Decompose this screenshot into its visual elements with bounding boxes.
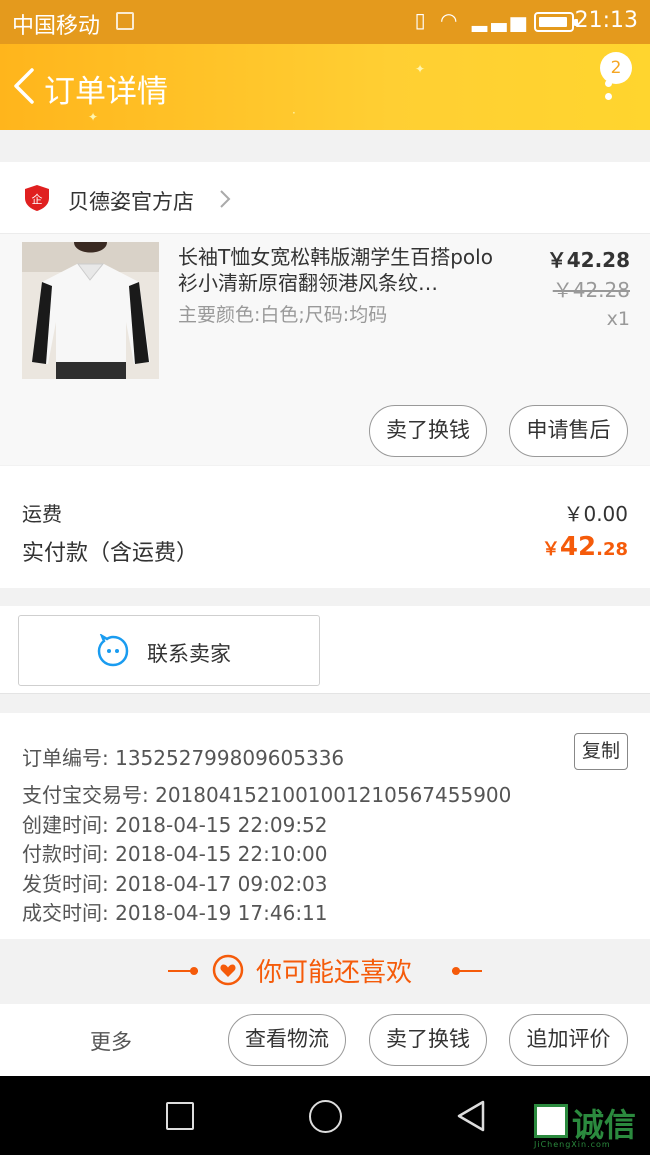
alipay-trade-number: 支付宝交易号: 2018041521001001210567455900: [22, 783, 512, 807]
sparkle-decoration: ✦: [415, 62, 426, 76]
top-header: ✦ ✦ · 订单详情 2: [0, 44, 650, 130]
paid-label: 实付款（含运费）: [22, 541, 199, 566]
recommend-title: 你可能还喜欢: [256, 958, 413, 988]
chevron-right-icon[interactable]: [218, 188, 232, 210]
shop-row[interactable]: 企 贝德姿官方店: [0, 162, 650, 234]
paid-amount: ￥42.28: [542, 532, 628, 562]
chat-bubble-icon: [97, 634, 129, 667]
sparkle-decoration: ✦: [88, 110, 99, 124]
svg-text:企: 企: [32, 192, 43, 206]
product-price: ￥42.28: [546, 248, 630, 272]
completed-time: 成交时间: 2018-04-19 17:46:11: [22, 901, 328, 925]
shipped-time: 发货时间: 2018-04-17 09:02:03: [22, 872, 328, 896]
enterprise-shield-icon: 企: [25, 185, 49, 211]
paid-currency: ￥: [541, 539, 560, 560]
sell-exchange-button[interactable]: 卖了换钱: [369, 405, 487, 457]
page-title: 订单详情: [44, 74, 168, 110]
order-number: 订单编号: 135252799809605336: [22, 746, 345, 770]
product-original-price: ￥42.28: [552, 278, 630, 302]
contact-seller-button[interactable]: 联系卖家: [18, 615, 320, 686]
recommend-divider: 你可能还喜欢: [0, 940, 650, 1003]
shipping-value: ￥0.00: [563, 502, 628, 526]
recent-apps-icon[interactable]: [166, 1102, 194, 1130]
contact-section: 联系卖家: [0, 606, 650, 694]
created-time: 创建时间: 2018-04-15 22:09:52: [22, 813, 328, 837]
divider-line-left: [168, 967, 198, 975]
image-notification-icon: [116, 12, 134, 30]
shipping-label: 运费: [22, 502, 62, 526]
product-thumbnail[interactable]: [22, 242, 159, 379]
status-bar: 中国移动 ▯ ◠ ▂▃▅ 21:13: [0, 0, 650, 44]
chevron-left-icon[interactable]: [10, 66, 38, 106]
add-review-button[interactable]: 追加评价: [509, 1014, 628, 1066]
paid-integer: 42: [559, 532, 597, 562]
heart-icon: [212, 954, 244, 986]
product-item: 长袖T恤女宽松韩版潮学生百搭polo衫小清新原宿翻领港风条纹… 主要颜色:白色;…: [0, 234, 650, 465]
product-sku: 主要颜色:白色;尺码:均码: [178, 304, 388, 326]
fee-summary: 运费 ￥0.00 实付款（含运费） ￥42.28: [0, 466, 650, 588]
shop-name[interactable]: 贝德姿官方店: [68, 186, 194, 216]
watermark-emblem: [534, 1104, 568, 1138]
watermark-subtext: JiChengXin.com: [534, 1140, 611, 1149]
system-nav-bar: 诚信 JiChengXin.com: [0, 1076, 650, 1155]
paid-time: 付款时间: 2018-04-15 22:10:00: [22, 842, 328, 866]
order-info: 订单编号: 135252799809605336 复制 支付宝交易号: 2018…: [0, 713, 650, 939]
more-vertical-icon[interactable]: [596, 80, 620, 120]
home-icon[interactable]: [309, 1100, 342, 1133]
carrier-name: 中国移动: [12, 14, 101, 39]
paid-decimal: .28: [596, 539, 628, 560]
divider-line-right: [452, 967, 482, 975]
status-time: 21:13: [574, 8, 638, 33]
sell-exchange-button-bottom[interactable]: 卖了换钱: [369, 1014, 487, 1066]
product-quantity: x1: [606, 308, 630, 330]
sparkle-decoration: ·: [292, 106, 296, 120]
copy-button[interactable]: 复制: [574, 733, 628, 770]
battery-icon: [534, 12, 578, 32]
action-bar: 更多 查看物流 卖了换钱 追加评价: [0, 1004, 650, 1076]
after-sale-button[interactable]: 申请售后: [509, 405, 628, 457]
back-triangle-icon[interactable]: [454, 1098, 488, 1134]
more-actions-button[interactable]: 更多: [90, 1026, 132, 1056]
view-logistics-button[interactable]: 查看物流: [228, 1014, 346, 1066]
product-name[interactable]: 长袖T恤女宽松韩版潮学生百搭polo衫小清新原宿翻领港风条纹…: [178, 244, 508, 298]
signal-icons: ▯ ◠ ▂▃▅: [414, 8, 530, 32]
contact-seller-label: 联系卖家: [147, 642, 231, 666]
watermark-logo: 诚信 JiChengXin.com: [534, 1100, 648, 1150]
